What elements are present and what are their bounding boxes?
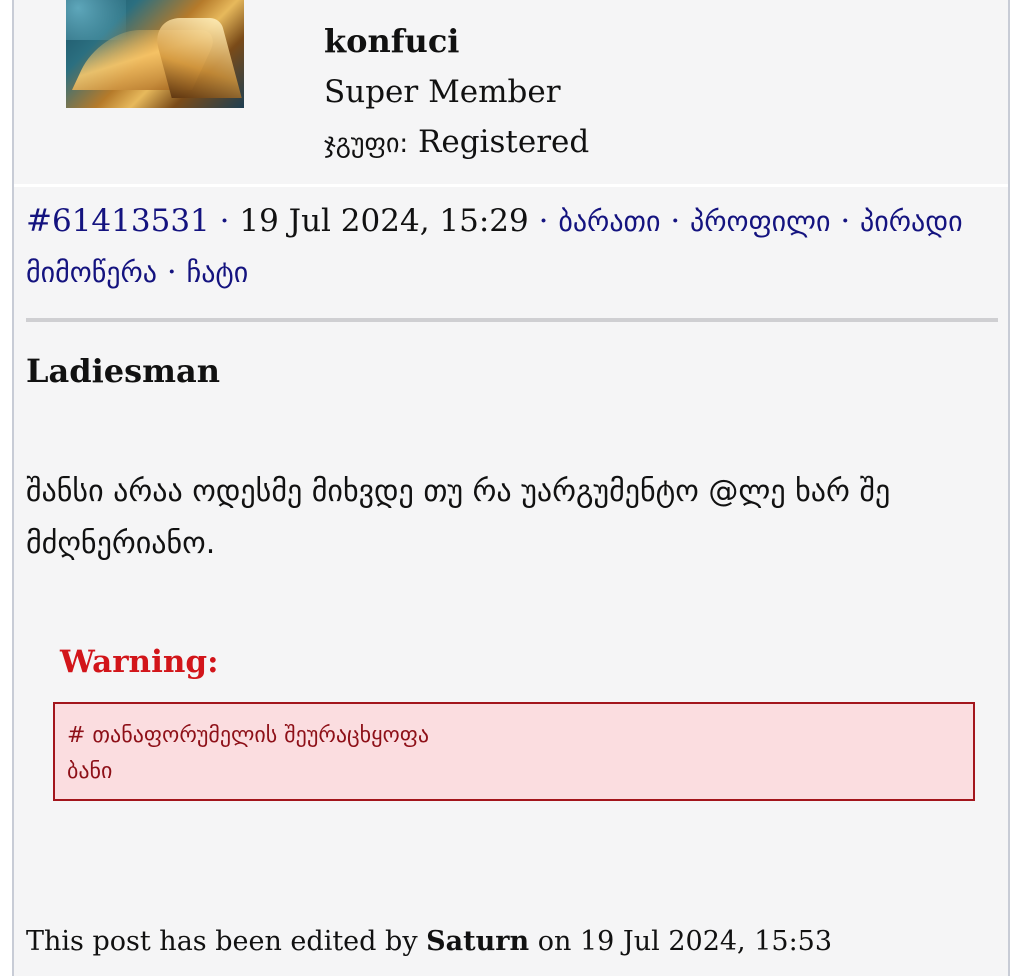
editor-name: Saturn [426,926,530,957]
warning-penalty: ბანი [67,759,113,784]
group-label: ჯგუფი: [324,129,409,159]
author-profile: konfuci Super Member ჯგუფი: Registered [14,0,1008,184]
group-value: Registered [418,124,590,160]
user-avatar[interactable] [66,0,244,108]
meta-separator: · [670,203,681,239]
meta-separator: · [166,254,177,290]
profile-divider [14,184,1008,187]
meta-separator: · [538,203,549,239]
card-link[interactable]: ბარათი [558,205,660,238]
content-divider [26,318,998,322]
author-rank: Super Member [324,74,561,110]
post-container: konfuci Super Member ჯგუფი: Registered #… [12,0,1010,976]
post-meta-bar: #61413531 · 19 Jul 2024, 15:29 · ბარათი … [26,196,996,298]
post-datetime: 19 Jul 2024, 15:29 [239,203,529,239]
edit-note-middle: on [537,926,572,957]
edit-note: This post has been edited by Saturn on 1… [26,926,832,957]
post-body: შანსი არაა ოდესმე მიხვდე თუ რა უარგუმენტ… [26,474,891,561]
chat-link[interactable]: ჩატი [187,256,249,289]
edit-datetime: 19 Jul 2024, 15:53 [579,926,833,957]
quoted-author: Ladiesman [26,352,220,390]
warning-label: Warning: [60,644,219,680]
post-number-link[interactable]: #61413531 [26,203,210,239]
author-username[interactable]: konfuci [324,22,459,60]
avatar-glow [66,0,126,40]
author-group: ჯგუფი: Registered [324,124,589,160]
meta-separator: · [840,203,851,239]
meta-separator: · [219,203,230,239]
edit-note-prefix: This post has been edited by [26,926,418,957]
warning-reason: # თანაფორუმელის შეურაცხყოფა [67,723,430,748]
warning-box: # თანაფორუმელის შეურაცხყოფა ბანი [53,702,975,801]
profile-link[interactable]: პროფილი [690,205,830,238]
